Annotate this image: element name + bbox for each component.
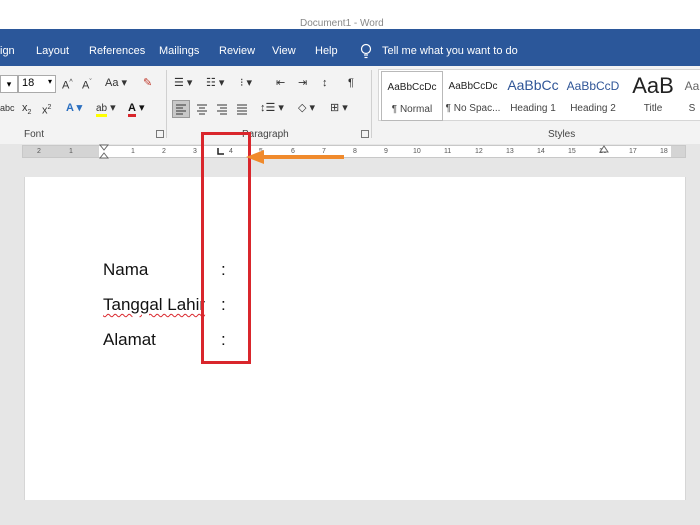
annotation-highlight-box [201, 132, 251, 364]
align-left-button[interactable] [172, 100, 190, 118]
tell-me-search[interactable]: Tell me what you want to do [382, 45, 518, 57]
style-no-spacing[interactable]: AaBbCcDc ¶ No Spac... [443, 71, 503, 119]
subscript-icon[interactable]: x2 [22, 100, 31, 121]
ruler-number: 2 [37, 148, 41, 155]
ruler-number: 18 [660, 148, 668, 155]
group-divider [166, 70, 167, 138]
text-effects-icon[interactable]: A ▾ [66, 100, 82, 116]
ruler-number: 12 [475, 148, 483, 155]
font-dialog-launcher-icon[interactable]: x [156, 130, 164, 138]
style-heading-1[interactable]: AaBbCc Heading 1 [503, 71, 563, 119]
tab-layout[interactable]: Layout [36, 45, 69, 57]
highlight-icon[interactable]: ab ▾ [96, 100, 116, 117]
tab-references[interactable]: References [89, 45, 145, 57]
justify-icon[interactable] [234, 101, 250, 117]
style-name: ¶ No Spac... [445, 103, 501, 114]
style-name: ¶ Normal [391, 104, 433, 115]
ruler-number: 9 [384, 148, 388, 155]
align-right-icon[interactable] [214, 101, 230, 117]
ruler-number: 1 [69, 148, 73, 155]
ruler-number: 1 [131, 148, 135, 155]
style-name: Title [643, 103, 663, 114]
style-heading-2[interactable]: AaBbCcD Heading 2 [563, 71, 623, 119]
ruler-number: 2 [162, 148, 166, 155]
ruler-margin [23, 146, 99, 157]
style-preview: Aa [684, 79, 700, 93]
shading-icon[interactable]: ◇ ▾ [298, 100, 315, 116]
superscript-icon[interactable]: x2 [42, 100, 51, 119]
right-indent-marker-icon[interactable] [599, 145, 609, 153]
sort-icon[interactable]: ↕ [322, 75, 328, 91]
style-name: Heading 1 [510, 103, 556, 114]
tab-mailings[interactable]: Mailings [159, 45, 199, 57]
align-center-icon[interactable] [194, 101, 210, 117]
font-group-label: Font [24, 129, 45, 140]
annotation-arrow-icon [246, 150, 344, 164]
style-preview: AaBbCcDc [448, 81, 498, 92]
tab-design[interactable]: ign [0, 45, 15, 57]
indent-marker-icon[interactable] [99, 144, 109, 160]
ruler-number: 3 [193, 148, 197, 155]
decrease-indent-icon[interactable]: ⇤ [276, 75, 285, 91]
document-page[interactable]: Nama : Tanggal Lahir : Alamat : [24, 177, 686, 500]
font-color-icon[interactable]: A ▾ [128, 100, 145, 117]
styles-group-label: Styles [548, 129, 576, 140]
align-left-icon [176, 104, 186, 115]
numbering-icon[interactable]: ☷ ▾ [206, 75, 224, 91]
field-label-nama: Nama [103, 260, 149, 279]
window-title: Document1 - Word [300, 18, 384, 29]
horizontal-ruler[interactable]: 2 1 1 2 3 4 5 6 7 8 9 10 11 12 13 14 15 … [22, 144, 686, 160]
menu-bar: ign Layout References Mailings Review Vi… [0, 36, 700, 66]
ruler-number: 13 [506, 148, 514, 155]
change-case-icon[interactable]: Aa ▾ [105, 75, 127, 91]
borders-icon[interactable]: ⊞ ▾ [330, 100, 348, 116]
style-name: Heading 2 [570, 103, 616, 114]
styles-gallery: AaBbCcDc ¶ Normal AaBbCcDc ¶ No Spac... … [378, 69, 700, 121]
increase-indent-icon[interactable]: ⇥ [298, 75, 307, 91]
font-name-dropdown[interactable]: ▾ [0, 75, 18, 93]
style-name: S [688, 103, 696, 114]
style-subtitle[interactable]: Aa S [683, 71, 700, 119]
style-preview: AaB [632, 73, 674, 98]
paragraph-dialog-launcher-icon[interactable]: x [361, 130, 369, 138]
lightbulb-icon [360, 43, 372, 59]
style-normal[interactable]: AaBbCcDc ¶ Normal [381, 71, 443, 121]
clear-formatting-icon[interactable]: ✎ [143, 75, 152, 91]
ruler-area: 2 1 1 2 3 4 5 6 7 8 9 10 11 12 13 14 15 … [0, 144, 700, 177]
title-bar: Document1 - Word [0, 0, 700, 36]
style-title[interactable]: AaB Title [623, 71, 683, 119]
group-divider [371, 70, 372, 138]
tab-review[interactable]: Review [219, 45, 255, 57]
style-preview: AaBbCc [507, 77, 559, 93]
grow-font-icon[interactable]: A^ [62, 75, 73, 94]
style-preview: AaBbCcD [566, 79, 620, 93]
bullets-icon[interactable]: ☰ ▾ [174, 75, 192, 91]
tab-help[interactable]: Help [315, 45, 338, 57]
font-size-dropdown[interactable]: 18 ▾ [18, 75, 56, 93]
multilevel-list-icon[interactable]: ⁝ ▾ [240, 75, 252, 91]
chevron-down-icon: ▾ [47, 77, 52, 86]
ruler-number: 14 [537, 148, 545, 155]
ruler-number: 10 [413, 148, 421, 155]
font-size-value: 18 [22, 77, 35, 89]
field-label-tanggal-lahir: Tanggal Lahir [103, 295, 206, 314]
tab-view[interactable]: View [272, 45, 296, 57]
ruler-number: 15 [568, 148, 576, 155]
ruler-number: 8 [353, 148, 357, 155]
ruler-margin [671, 146, 685, 157]
ruler-number: 17 [629, 148, 637, 155]
ruler-number: 11 [444, 148, 452, 155]
style-preview: AaBbCcDc [387, 82, 437, 93]
show-formatting-icon[interactable]: ¶ [348, 75, 354, 91]
line-spacing-icon[interactable]: ↕☰ ▾ [260, 100, 284, 116]
field-label-alamat: Alamat [103, 330, 156, 349]
shrink-font-icon[interactable]: Aˇ [82, 75, 92, 94]
strikethrough-icon[interactable]: abc [0, 100, 15, 116]
